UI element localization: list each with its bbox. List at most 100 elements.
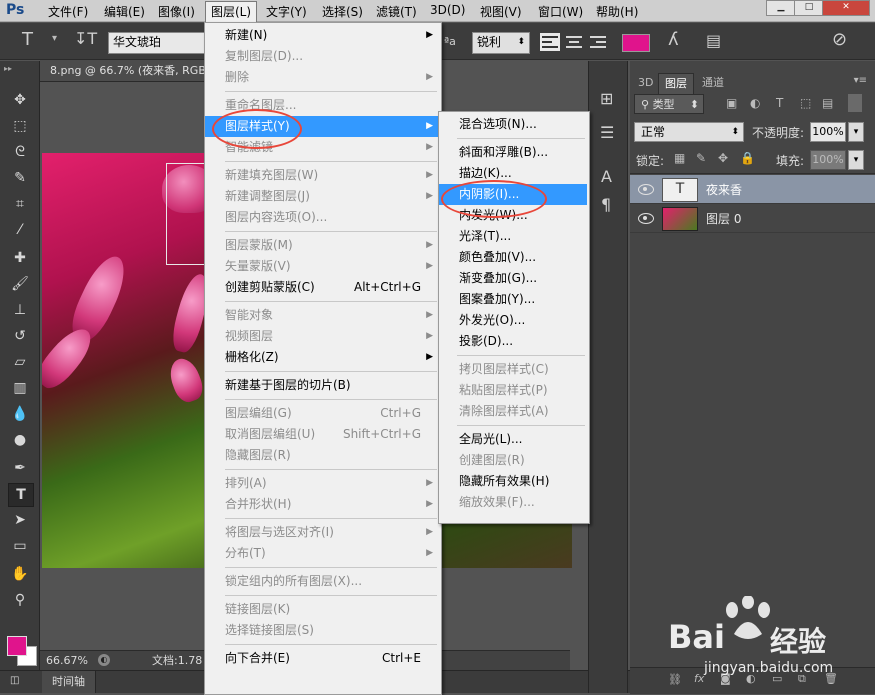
menu-item[interactable]: 栅格化(Z) ▶ (205, 347, 439, 368)
text-color-swatch[interactable] (622, 34, 650, 52)
lasso-tool-icon[interactable]: ᘓ (8, 141, 32, 163)
menu-item[interactable]: 隐藏图层(R) (205, 445, 439, 466)
swatches-panel-icon[interactable]: ⊞ (600, 89, 613, 108)
menu-item[interactable]: 合并形状(H) ▶ (205, 494, 439, 515)
menu-item[interactable]: 颜色叠加(V)... (439, 247, 587, 268)
menu-item[interactable]: 选择链接图层(S) (205, 620, 439, 641)
menu-item[interactable]: 向下合并(E) Ctrl+E (205, 648, 439, 669)
layer-row-image[interactable]: 图层 0 (630, 204, 875, 233)
menu-view[interactable]: 视图(V) (480, 3, 522, 20)
panel-collapse-icon[interactable]: ▸▸ (4, 64, 12, 73)
menu-edit[interactable]: 编辑(E) (104, 3, 145, 20)
opacity-dropdown[interactable]: ▾ (848, 122, 864, 142)
menu-item[interactable]: 图案叠加(Y)... (439, 289, 587, 310)
menu-item[interactable]: 缩放效果(F)... (439, 492, 587, 513)
menu-item[interactable]: 光泽(T)... (439, 226, 587, 247)
rectangle-tool-icon[interactable]: ▭ (8, 535, 32, 557)
menu-item[interactable]: 新建(N) ▶ (205, 25, 439, 46)
menu-item[interactable]: 创建图层(R) (439, 450, 587, 471)
path-selection-tool-icon[interactable]: ➤ (8, 509, 32, 531)
layer-name[interactable]: 图层 0 (706, 210, 741, 227)
filter-adjust-icon[interactable]: ◐ (750, 96, 760, 110)
menu-item[interactable]: 全局光(L)... (439, 429, 587, 450)
filter-type-icon[interactable]: T (776, 96, 783, 110)
paragraph-panel-icon[interactable]: ¶ (601, 195, 611, 214)
properties-panel-icon[interactable]: ☰ (600, 123, 614, 142)
pen-tool-icon[interactable]: ✒ (8, 457, 32, 479)
menu-item[interactable]: 锁定组内的所有图层(X)... (205, 571, 439, 592)
move-tool-icon[interactable]: ✥ (8, 89, 32, 111)
menu-3d[interactable]: 3D(D) (430, 3, 465, 17)
menu-type[interactable]: 文字(Y) (266, 3, 307, 20)
type-tool-active-icon[interactable]: T (8, 483, 34, 507)
healing-brush-tool-icon[interactable]: ✚ (8, 247, 32, 269)
character-panel-strip-icon[interactable]: A (601, 167, 612, 186)
antialias-select[interactable]: 锐利 ⬍ (472, 32, 530, 54)
gradient-tool-icon[interactable]: ▥ (8, 377, 32, 399)
character-panel-icon[interactable]: ▤ (706, 31, 721, 50)
fill-input[interactable]: 100% (810, 150, 846, 170)
document-info[interactable]: 文档:1.78 (152, 651, 202, 671)
panel-menu-icon[interactable]: ▾≡ (854, 75, 867, 86)
menu-item[interactable]: 外发光(O)... (439, 310, 587, 331)
font-family-select[interactable]: 华文琥珀 (108, 32, 210, 54)
layer-row-text[interactable]: T 夜来香 (630, 175, 875, 204)
menu-item[interactable]: 排列(A) ▶ (205, 473, 439, 494)
warp-text-icon[interactable]: ʎ (668, 29, 679, 50)
type-tool-icon[interactable]: T (22, 29, 33, 50)
menu-select[interactable]: 选择(S) (322, 3, 363, 20)
menu-item[interactable]: 图层内容选项(O)... (205, 207, 439, 228)
menu-item[interactable]: 隐藏所有效果(H) (439, 471, 587, 492)
menu-window[interactable]: 窗口(W) (538, 3, 583, 20)
menu-item[interactable]: 视频图层 ▶ (205, 326, 439, 347)
menu-item[interactable]: 混合选项(N)... (439, 114, 587, 135)
menu-item[interactable]: 图层编组(G) Ctrl+G (205, 403, 439, 424)
status-info-icon[interactable]: ◐ (98, 654, 110, 666)
menu-item[interactable]: 清除图层样式(A) (439, 401, 587, 422)
menu-item[interactable]: 创建剪贴蒙版(C) Alt+Ctrl+G (205, 277, 439, 298)
filter-pixel-icon[interactable]: ▣ (726, 96, 737, 110)
blur-tool-icon[interactable]: 💧 (8, 403, 32, 425)
align-right-button[interactable] (588, 33, 608, 51)
menu-item[interactable]: 链接图层(K) (205, 599, 439, 620)
hand-tool-icon[interactable]: ✋ (8, 563, 32, 585)
visibility-eye-icon[interactable] (638, 184, 654, 195)
menu-item[interactable]: 矢量蒙版(V) ▶ (205, 256, 439, 277)
marquee-tool-icon[interactable]: ⬚ (8, 115, 32, 137)
layer-name[interactable]: 夜来香 (706, 181, 742, 198)
tab-layers[interactable]: 图层 (658, 73, 694, 94)
opacity-input[interactable]: 100% (810, 122, 846, 142)
filter-toggle[interactable] (848, 94, 862, 112)
blend-mode-select[interactable]: 正常 ⬍ (634, 122, 744, 142)
menu-item[interactable]: 删除 ▶ (205, 67, 439, 88)
menu-item[interactable]: 新建调整图层(J) ▶ (205, 186, 439, 207)
menu-item[interactable]: 拷贝图层样式(C) (439, 359, 587, 380)
filter-shape-icon[interactable]: ⬚ (800, 96, 811, 110)
menu-item[interactable]: 将图层与选区对齐(I) ▶ (205, 522, 439, 543)
menu-item[interactable]: 粘贴图层样式(P) (439, 380, 587, 401)
align-center-button[interactable] (564, 33, 584, 51)
align-left-button[interactable] (540, 33, 560, 51)
eyedropper-tool-icon[interactable]: ⁄ (8, 219, 32, 241)
menu-help[interactable]: 帮助(H) (596, 3, 638, 20)
menu-file[interactable]: 文件(F) (48, 3, 88, 20)
menu-filter[interactable]: 滤镜(T) (376, 3, 417, 20)
tab-3d[interactable]: 3D (632, 73, 659, 93)
maximize-button[interactable]: □ (794, 0, 824, 16)
menu-item[interactable]: 分布(T) ▶ (205, 543, 439, 564)
timeline-tab[interactable]: 时间轴 (42, 671, 96, 693)
zoom-level[interactable]: 66.67% (46, 651, 88, 671)
menu-item[interactable]: 投影(D)... (439, 331, 587, 352)
tab-channels[interactable]: 通道 (696, 73, 730, 93)
tool-preset-arrow-icon[interactable]: ▾ (52, 33, 57, 44)
clone-stamp-tool-icon[interactable]: ⊥ (8, 299, 32, 321)
lock-all-icon[interactable]: 🔒 (740, 151, 755, 165)
menu-item[interactable]: 复制图层(D)... (205, 46, 439, 67)
quick-select-tool-icon[interactable]: ✎ (8, 167, 32, 189)
crop-tool-icon[interactable]: ⌗ (8, 193, 32, 215)
zoom-tool-icon[interactable]: ⚲ (8, 589, 32, 611)
minimize-button[interactable]: ▁ (766, 0, 796, 16)
menu-item[interactable]: 斜面和浮雕(B)... (439, 142, 587, 163)
eraser-tool-icon[interactable]: ▱ (8, 351, 32, 373)
menu-item[interactable]: 图层蒙版(M) ▶ (205, 235, 439, 256)
